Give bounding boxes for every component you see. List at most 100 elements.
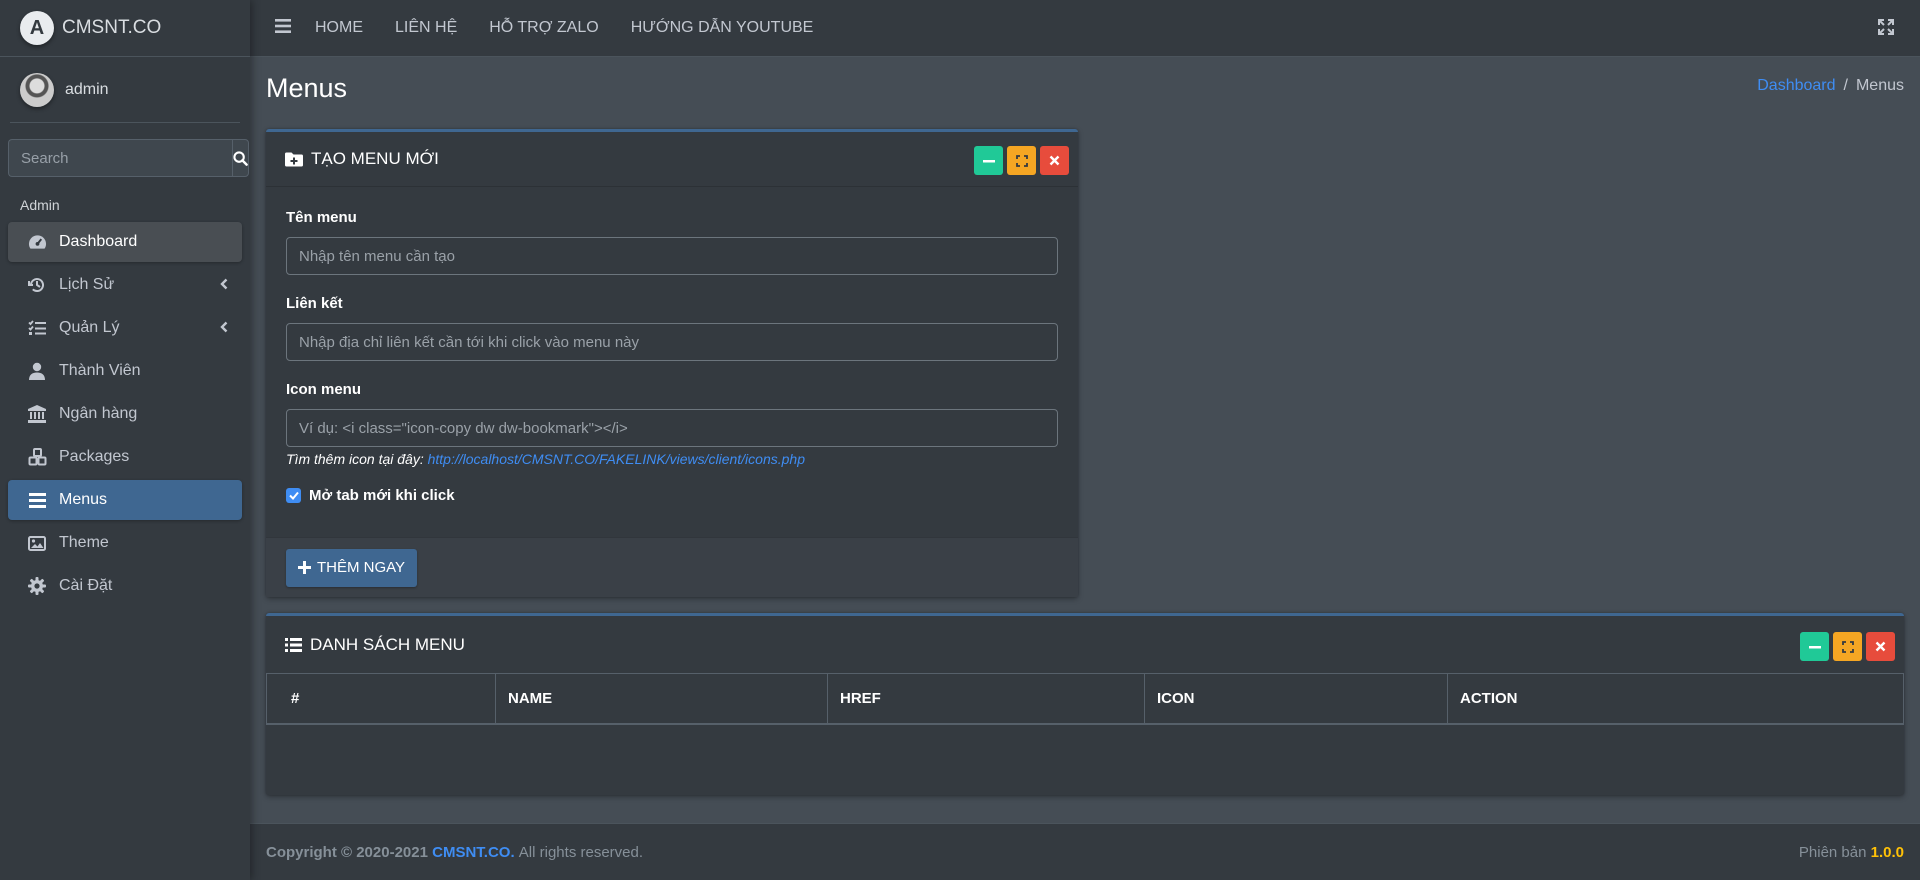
- minus-icon: [982, 159, 995, 162]
- user-icon: [27, 361, 47, 381]
- gear-icon: [27, 576, 47, 596]
- card-title: TẠO MENU MỚI: [285, 149, 439, 169]
- new-tab-checkbox[interactable]: [286, 488, 301, 503]
- sidebar-item-packages[interactable]: Packages: [8, 437, 242, 477]
- search-button[interactable]: [232, 139, 249, 177]
- sidebar-search: [8, 139, 249, 177]
- history-icon: [27, 275, 47, 295]
- minus-icon: [1808, 645, 1821, 648]
- icon-hint-text: Tìm thêm icon tại đây:: [286, 451, 424, 467]
- breadcrumb-current: Menus: [1855, 77, 1904, 94]
- maximize-button[interactable]: [1007, 146, 1036, 175]
- icon-hint: Tìm thêm icon tại đây: http://localhost/…: [286, 451, 1058, 467]
- search-input[interactable]: [8, 139, 232, 177]
- column-header-index[interactable]: #: [266, 673, 496, 725]
- remove-button[interactable]: [1040, 146, 1069, 175]
- menu-link-input[interactable]: [286, 323, 1058, 361]
- folder-plus-icon: [285, 152, 303, 166]
- nav-link-zalo[interactable]: HỖ TRỢ ZALO: [489, 19, 598, 37]
- user-name: admin: [65, 80, 109, 98]
- nav-link-youtube[interactable]: HƯỚNG DẪN YOUTUBE: [631, 19, 814, 37]
- menu-icon-input[interactable]: [286, 409, 1058, 447]
- footer-brand-link[interactable]: CMSNT.CO.: [432, 844, 515, 861]
- hamburger-icon[interactable]: [275, 18, 293, 38]
- card-header: TẠO MENU MỚI: [266, 132, 1078, 187]
- chevron-left-icon: [220, 277, 228, 295]
- column-header-name[interactable]: NAME: [495, 673, 828, 725]
- breadcrumb-dashboard-link[interactable]: Dashboard: [1757, 77, 1835, 94]
- tachometer-icon: [27, 232, 47, 252]
- sidebar: A CMSNT.CO admin Admin Dashboard Lịch Sử…: [0, 0, 250, 880]
- version-number: 1.0.0: [1870, 843, 1904, 861]
- sidebar-item-label: Cài Đặt: [59, 577, 113, 594]
- sidebar-item-label: Dashboard: [59, 233, 138, 250]
- create-menu-card: TẠO MENU MỚI Tên menu Liên kết Icon menu…: [266, 129, 1078, 597]
- top-navbar: HOME LIÊN HỆ HỖ TRỢ ZALO HƯỚNG DẪN YOUTU…: [250, 0, 1920, 57]
- chevron-left-icon: [220, 320, 228, 338]
- sidebar-item-label: Ngân hàng: [59, 405, 138, 422]
- new-tab-label: Mở tab mới khi click: [309, 487, 455, 504]
- sidebar-item-theme[interactable]: Theme: [8, 523, 242, 563]
- sidebar-item-history[interactable]: Lịch Sử: [8, 265, 242, 305]
- table-header-row: # NAME HREF ICON ACTION: [266, 673, 1904, 725]
- brand-link[interactable]: A CMSNT.CO: [0, 0, 250, 57]
- nav-link-contact[interactable]: LIÊN HỆ: [395, 19, 457, 37]
- page-title: Menus: [266, 73, 348, 103]
- sidebar-item-manage[interactable]: Quản Lý: [8, 308, 242, 348]
- card-header: DANH SÁCH MENU: [266, 616, 1904, 673]
- fullscreen-expand-icon[interactable]: [1878, 19, 1894, 40]
- sidebar-item-dashboard[interactable]: Dashboard: [8, 222, 242, 262]
- maximize-button[interactable]: [1833, 632, 1862, 661]
- card-tools: [974, 146, 1069, 175]
- plus-icon: [298, 561, 311, 574]
- expand-icon: [1841, 640, 1854, 653]
- nav-header: Admin: [20, 197, 60, 213]
- menu-link-label: Liên kết: [286, 295, 343, 312]
- close-icon: [1875, 641, 1886, 652]
- column-header-action[interactable]: ACTION: [1447, 673, 1904, 725]
- sidebar-item-label: Quản Lý: [59, 319, 120, 336]
- brand-logo-icon: A: [20, 11, 54, 45]
- breadcrumb-separator: /: [1843, 77, 1848, 94]
- new-tab-option: Mở tab mới khi click: [286, 487, 1058, 504]
- collapse-button[interactable]: [1800, 632, 1829, 661]
- breadcrumb: Dashboard / Menus: [1757, 77, 1904, 95]
- card-tools: [1800, 632, 1895, 661]
- menu-name-input[interactable]: [286, 237, 1058, 275]
- main-footer: Copyright © 2020-2021 CMSNT.CO. All righ…: [250, 823, 1920, 880]
- user-panel[interactable]: admin: [10, 57, 240, 123]
- content-wrapper: Menus Dashboard / Menus TẠO MENU MỚI Tên m…: [250, 57, 1920, 823]
- sidebar-item-label: Thành Viên: [59, 362, 141, 379]
- sidebar-item-settings[interactable]: Cài Đặt: [8, 566, 242, 606]
- card-body: Tên menu Liên kết Icon menu Tìm thêm ico…: [266, 187, 1078, 504]
- collapse-button[interactable]: [974, 146, 1003, 175]
- menu-table: # NAME HREF ICON ACTION: [266, 673, 1904, 725]
- nav-link-home[interactable]: HOME: [315, 19, 363, 37]
- rights-text: All rights reserved.: [518, 843, 644, 861]
- copyright-text: Copyright © 2020-2021: [266, 843, 428, 861]
- check-icon: [288, 491, 299, 500]
- add-menu-button[interactable]: THÊM NGAY: [286, 548, 418, 587]
- image-icon: [27, 533, 47, 553]
- sidebar-item-label: Lịch Sử: [59, 276, 115, 293]
- bank-icon: [27, 404, 47, 424]
- sidebar-item-members[interactable]: Thành Viên: [8, 351, 242, 391]
- sidebar-item-label: Menus: [59, 491, 108, 508]
- bars-icon: [27, 490, 47, 510]
- menu-list-card: DANH SÁCH MENU # NAME HREF ICON ACTION: [266, 613, 1904, 795]
- cubes-icon: [27, 447, 47, 467]
- column-header-href[interactable]: HREF: [827, 673, 1145, 725]
- sidebar-item-bank[interactable]: Ngân hàng: [8, 394, 242, 434]
- card-title-text: DANH SÁCH MENU: [310, 634, 465, 654]
- add-menu-button-label: THÊM NGAY: [317, 559, 406, 576]
- brand-name: CMSNT.CO: [62, 17, 162, 38]
- card-title-text: TẠO MENU MỚI: [311, 149, 439, 168]
- column-header-icon[interactable]: ICON: [1144, 673, 1448, 725]
- icon-hint-link[interactable]: http://localhost/CMSNT.CO/FAKELINK/views…: [428, 451, 805, 467]
- remove-button[interactable]: [1866, 632, 1895, 661]
- sidebar-item-menus[interactable]: Menus: [8, 480, 242, 520]
- menu-name-label: Tên menu: [286, 209, 357, 226]
- sidebar-item-label: Packages: [59, 448, 130, 465]
- menu-icon-label: Icon menu: [286, 381, 362, 398]
- avatar: [20, 72, 54, 107]
